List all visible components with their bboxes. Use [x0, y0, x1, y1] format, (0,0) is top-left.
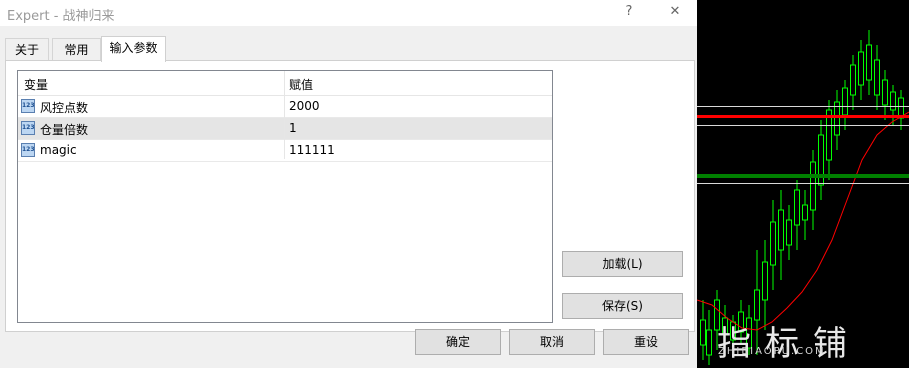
expert-dialog: Expert - 战神归来 ? ✕ 关于 常用 输入参数 变量 赋值 123 风…	[0, 0, 697, 368]
help-button[interactable]: ?	[614, 2, 644, 22]
table-row[interactable]: 123 风控点数 2000	[18, 96, 552, 118]
moving-average-line	[697, 111, 909, 331]
save-button[interactable]: 保存(S)	[562, 293, 683, 319]
parameters-table: 变量 赋值 123 风控点数 2000 123 仓量倍数 1 123 magic…	[17, 70, 553, 323]
table-row[interactable]: 123 magic 111111	[18, 140, 552, 162]
level-line-red	[697, 115, 909, 118]
integer-param-icon: 123	[21, 121, 35, 135]
candle-body	[850, 64, 856, 96]
tab-common[interactable]: 常用	[52, 38, 101, 61]
close-button[interactable]: ✕	[660, 2, 690, 22]
level-line-bottom	[697, 183, 909, 184]
watermark-logo: 指标铺	[717, 324, 861, 364]
param-name: 仓量倍数	[40, 123, 89, 137]
candle-body	[874, 59, 880, 96]
candle-body	[802, 204, 808, 221]
candle-body	[866, 44, 872, 81]
table-row[interactable]: 123 仓量倍数 1	[18, 118, 552, 140]
ok-button[interactable]: 确定	[415, 329, 501, 355]
level-line-green	[697, 174, 909, 178]
tab-inputs[interactable]: 输入参数	[101, 36, 166, 62]
level-line-lower	[697, 125, 909, 126]
watermark-url: ZHIBIAOPU.COM	[718, 346, 826, 357]
candle-body	[842, 87, 848, 116]
param-name: magic	[40, 143, 77, 157]
column-header-variable[interactable]: 变量	[24, 76, 48, 93]
candle-body	[778, 209, 784, 251]
cancel-button[interactable]: 取消	[509, 329, 595, 355]
param-value[interactable]: 2000	[289, 99, 320, 113]
candle-body	[786, 219, 792, 246]
tab-about[interactable]: 关于	[5, 38, 49, 61]
integer-param-icon: 123	[21, 143, 35, 157]
column-divider[interactable]	[284, 71, 285, 159]
candle-body	[858, 51, 864, 86]
candle-body	[794, 189, 800, 226]
candle-body	[706, 329, 712, 356]
reset-button[interactable]: 重设	[603, 329, 689, 355]
table-header: 变量 赋值	[18, 71, 552, 96]
level-line-upper	[697, 106, 909, 107]
param-value[interactable]: 111111	[289, 143, 335, 157]
load-button[interactable]: 加载(L)	[562, 251, 683, 277]
integer-param-icon: 123	[21, 99, 35, 113]
window-title: Expert - 战神归来	[7, 9, 115, 24]
price-chart	[697, 0, 909, 368]
candle-body	[882, 79, 888, 106]
column-header-value[interactable]: 赋值	[289, 76, 313, 93]
candle-body	[700, 319, 706, 346]
param-name: 风控点数	[40, 101, 89, 115]
candlestick-plot	[697, 30, 909, 365]
param-value[interactable]: 1	[289, 121, 297, 135]
candle-body	[762, 261, 768, 301]
title-bar: Expert - 战神归来 ? ✕	[0, 0, 697, 26]
candle-body	[770, 221, 776, 266]
candle-body	[810, 161, 816, 211]
candle-body	[890, 91, 896, 111]
